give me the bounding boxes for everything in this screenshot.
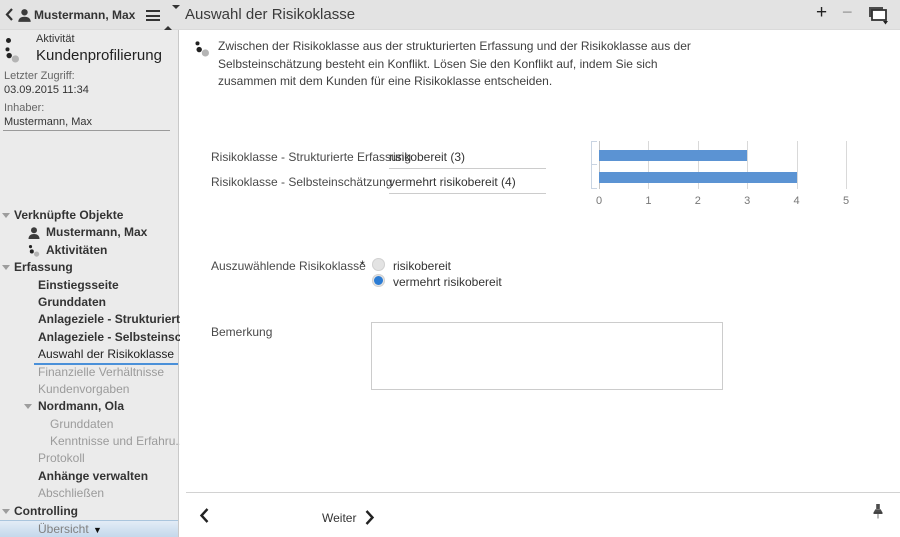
sidebar-item-label: Kenntnisse und Erfahru... (50, 434, 185, 448)
sidebar-item-label: Abschließen (38, 486, 104, 500)
activity-type-label: Aktivität (36, 33, 75, 45)
sidebar-item[interactable]: Kundenvorgaben (0, 381, 178, 398)
sidebar-item-label: Grunddaten (50, 417, 113, 431)
sidebar-item[interactable]: Grunddaten (0, 294, 178, 311)
chart-tick-label: 3 (744, 195, 750, 207)
sidebar-item[interactable]: Abschließen (0, 485, 178, 502)
sort-updown-icon[interactable] (164, 9, 173, 22)
radio-label-risikobereit[interactable]: risikobereit (393, 259, 451, 273)
sidebar-item[interactable]: Finanzielle Verhältnisse (0, 364, 178, 381)
sidebar-item-label: Anhänge verwalten (38, 469, 148, 483)
chart-plot (599, 141, 846, 189)
page-title: Auswahl der Risikoklasse (185, 6, 355, 23)
divider (186, 492, 900, 493)
activity-icon (193, 40, 211, 63)
sidebar-item[interactable]: Verknüpfte Objekte (0, 207, 178, 224)
remark-textarea[interactable] (371, 322, 723, 390)
topbar-context-name[interactable]: Mustermann, Max (34, 8, 135, 22)
sidebar-item[interactable]: Anlageziele - Selbsteinschät... (0, 329, 178, 346)
chart-tick-label: 5 (843, 195, 849, 207)
required-marker: * (360, 258, 365, 272)
collapse-arrow-icon[interactable] (24, 404, 32, 409)
minus-icon[interactable]: − (842, 2, 853, 23)
sidebar-item-label: Controlling (14, 504, 78, 518)
chart-bar (599, 172, 797, 183)
back-icon[interactable] (5, 7, 14, 27)
remark-label: Bemerkung (211, 325, 272, 339)
topbar: Mustermann, Max Auswahl der Risikoklasse… (0, 0, 900, 30)
sidebar: Aktivität Kundenprofilierung Letzter Zug… (0, 30, 179, 537)
field-value-selfassessment: vermehrt risikobereit (4) (389, 175, 546, 194)
sidebar-item[interactable]: Controlling (0, 503, 178, 520)
radio-risikobereit[interactable] (372, 258, 385, 271)
sidebar-item-label: Finanzielle Verhältnisse (38, 365, 164, 379)
chart-ticks: 0 1 2 3 4 5 (599, 195, 846, 209)
chart-category-axis (591, 141, 599, 189)
sidebar-item-label: Nordmann, Ola (38, 399, 124, 413)
instruction-text: Zwischen der Risikoklasse aus der strukt… (218, 38, 716, 91)
sidebar-item-label: Anlageziele - Strukturierte ... (38, 312, 200, 326)
customer-person-icon (17, 8, 32, 28)
window-stack-icon[interactable] (866, 5, 889, 30)
next-step-button[interactable]: Weiter (322, 509, 375, 526)
sidebar-item[interactable]: Anlageziele - Strukturierte ... (0, 311, 178, 328)
main-content: Zwischen der Risikoklasse aus der strukt… (180, 30, 900, 537)
add-icon[interactable]: + (816, 2, 827, 24)
sidebar-item[interactable]: Mustermann, Max (0, 224, 178, 241)
sidebar-item-label: Erfassung (14, 260, 73, 274)
sidebar-item[interactable]: Nordmann, Ola (0, 398, 178, 415)
previous-step-button[interactable] (199, 507, 210, 529)
activity-icon (3, 46, 21, 69)
chart-gridline (797, 141, 798, 189)
sidebar-item[interactable]: Anhänge verwalten (0, 468, 178, 485)
app-window: Mustermann, Max Auswahl der Risikoklasse… (0, 0, 900, 537)
sidebar-item[interactable]: Kenntnisse und Erfahru... (0, 433, 178, 450)
chart-tick-label: 2 (695, 195, 701, 207)
sidebar-item[interactable]: Übersicht ▼ (0, 520, 178, 537)
field-value-structured: risikobereit (3) (389, 150, 546, 169)
collapse-arrow-icon[interactable] (2, 265, 10, 270)
sidebar-item-label: Protokoll (38, 451, 85, 465)
divider (3, 130, 170, 131)
chart-tick-label: 4 (794, 195, 800, 207)
radio-group-label: Auszuwählende Risikoklasse (211, 259, 366, 273)
radio-label-vermehrt-risikobereit[interactable]: vermehrt risikobereit (393, 275, 502, 289)
sidebar-item[interactable]: Einstiegsseite (0, 277, 178, 294)
owner-value: Mustermann, Max (4, 116, 92, 128)
sidebar-item[interactable]: Auswahl der Risikoklasse (0, 346, 178, 363)
sidebar-item[interactable]: Erfassung (0, 259, 178, 276)
collapse-arrow-icon[interactable] (2, 509, 10, 514)
sidebar-item-label: Aktivitäten (46, 243, 107, 257)
radio-vermehrt-risikobereit[interactable] (372, 274, 385, 287)
sidebar-item[interactable]: Protokoll (0, 450, 178, 467)
next-step-label: Weiter (322, 511, 356, 525)
object-name: Kundenprofilierung (36, 47, 162, 64)
chart-tick-label: 0 (596, 195, 602, 207)
caret-down-icon: ▼ (93, 525, 102, 535)
sidebar-item[interactable]: Grunddaten (0, 416, 178, 433)
sidebar-item-label: Mustermann, Max (46, 225, 147, 239)
sidebar-item-label: Einstiegsseite (38, 278, 119, 292)
chart-bar (599, 150, 747, 161)
bullet-icon (6, 38, 11, 43)
last-access-label: Letzter Zugriff: (4, 70, 75, 82)
chart-gridline (846, 141, 847, 189)
field-label-structured: Risikoklasse - Strukturierte Erfassung (211, 150, 411, 164)
chevron-right-icon (364, 509, 375, 526)
hamburger-menu-icon[interactable] (146, 10, 160, 21)
risk-bar-chart: 012345 (590, 141, 845, 221)
sidebar-item[interactable]: Aktivitäten (0, 242, 178, 259)
field-label-selfassessment: Risikoklasse - Selbsteinschätzung (211, 175, 392, 189)
collapse-arrow-icon[interactable] (2, 213, 10, 218)
navigation-tree: Verknüpfte Objekte Mustermann, Max Aktiv… (0, 207, 178, 537)
sidebar-item-label: Kundenvorgaben (38, 382, 129, 396)
sidebar-item-label: Auswahl der Risikoklasse (38, 347, 174, 361)
last-access-value: 03.09.2015 11:34 (4, 84, 89, 96)
sidebar-item-label: Verknüpfte Objekte (14, 208, 123, 222)
sidebar-item-label: Übersicht (38, 522, 89, 536)
sidebar-item-label: Grunddaten (38, 295, 106, 309)
owner-label: Inhaber: (4, 102, 44, 114)
chart-tick-label: 1 (645, 195, 651, 207)
pin-icon[interactable] (872, 503, 884, 525)
